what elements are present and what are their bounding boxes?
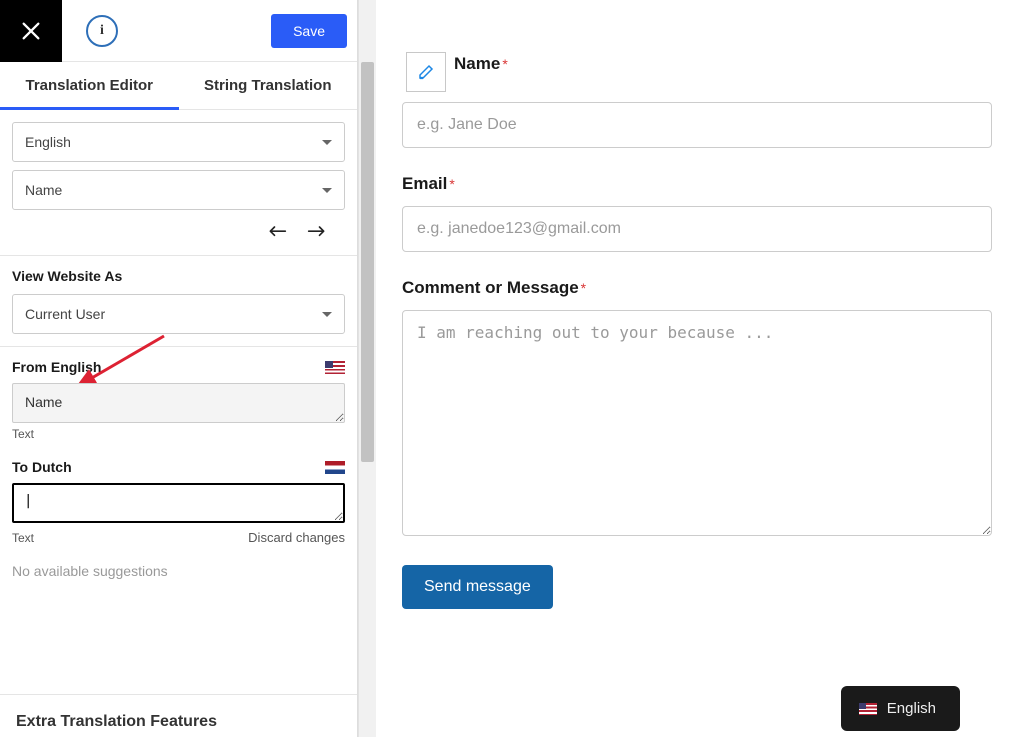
translation-input[interactable]: | [12, 483, 345, 523]
translate-section: From English Name Text To Dutch | Text D… [0, 347, 357, 591]
sidebar-topbar: i Save [0, 0, 357, 62]
flag-us-icon [859, 703, 877, 715]
string-select-value: Name [25, 182, 62, 198]
chevron-down-icon [322, 312, 332, 317]
view-as-value: Current User [25, 306, 105, 322]
language-select-value: English [25, 134, 71, 150]
info-icon: i [100, 23, 104, 39]
from-language-label: From English [12, 359, 101, 375]
chevron-down-icon [322, 188, 332, 193]
language-switcher[interactable]: English [841, 686, 960, 731]
string-select[interactable]: Name [12, 170, 345, 210]
chevron-down-icon [322, 140, 332, 145]
required-mark: * [449, 176, 454, 192]
message-input[interactable] [402, 310, 992, 536]
discard-changes-button[interactable]: Discard changes [248, 530, 345, 545]
edit-field-button[interactable] [406, 52, 446, 92]
language-select[interactable]: English [12, 122, 345, 162]
translation-sidebar: i Save Translation Editor String Transla… [0, 0, 358, 737]
pencil-icon [417, 63, 435, 81]
next-string-button[interactable] [307, 224, 327, 243]
prev-string-button[interactable] [267, 224, 287, 243]
source-text-value: Name [25, 394, 62, 410]
flag-nl-icon [325, 461, 345, 474]
save-button[interactable]: Save [271, 14, 347, 48]
sidebar-tabs: Translation Editor String Translation [0, 62, 357, 110]
view-as-label: View Website As [12, 268, 345, 284]
required-mark: * [581, 280, 586, 296]
source-text-field: Name [12, 383, 345, 423]
sidebar-scrollbar[interactable] [358, 0, 376, 737]
required-mark: * [502, 56, 507, 72]
page-preview: Name* Email* Comment or Message* Send me… [376, 0, 1024, 737]
arrow-forward-icon [307, 224, 327, 240]
extra-features-heading: Extra Translation Features [0, 695, 357, 737]
language-switcher-label: English [887, 700, 936, 717]
view-as-section: View Website As Current User [0, 256, 357, 347]
to-language-label: To Dutch [12, 459, 72, 475]
suggestions-empty: No available suggestions [12, 563, 345, 579]
close-icon [20, 20, 42, 42]
source-hint: Text [12, 427, 345, 441]
send-message-button[interactable]: Send message [402, 565, 553, 609]
message-label: Comment or Message [402, 278, 579, 297]
tab-translation-editor[interactable]: Translation Editor [0, 62, 179, 109]
email-label: Email [402, 174, 447, 193]
scrollbar-thumb[interactable] [361, 62, 374, 462]
view-as-select[interactable]: Current User [12, 294, 345, 334]
translation-hint: Text [12, 531, 34, 545]
info-button[interactable]: i [86, 15, 118, 47]
name-input[interactable] [402, 102, 992, 148]
arrow-back-icon [267, 224, 287, 240]
selector-section: English Name [0, 110, 357, 256]
close-button[interactable] [0, 0, 62, 62]
tab-string-translation[interactable]: String Translation [179, 62, 358, 109]
name-label: Name [454, 54, 500, 73]
flag-us-icon [325, 361, 345, 374]
email-input[interactable] [402, 206, 992, 252]
